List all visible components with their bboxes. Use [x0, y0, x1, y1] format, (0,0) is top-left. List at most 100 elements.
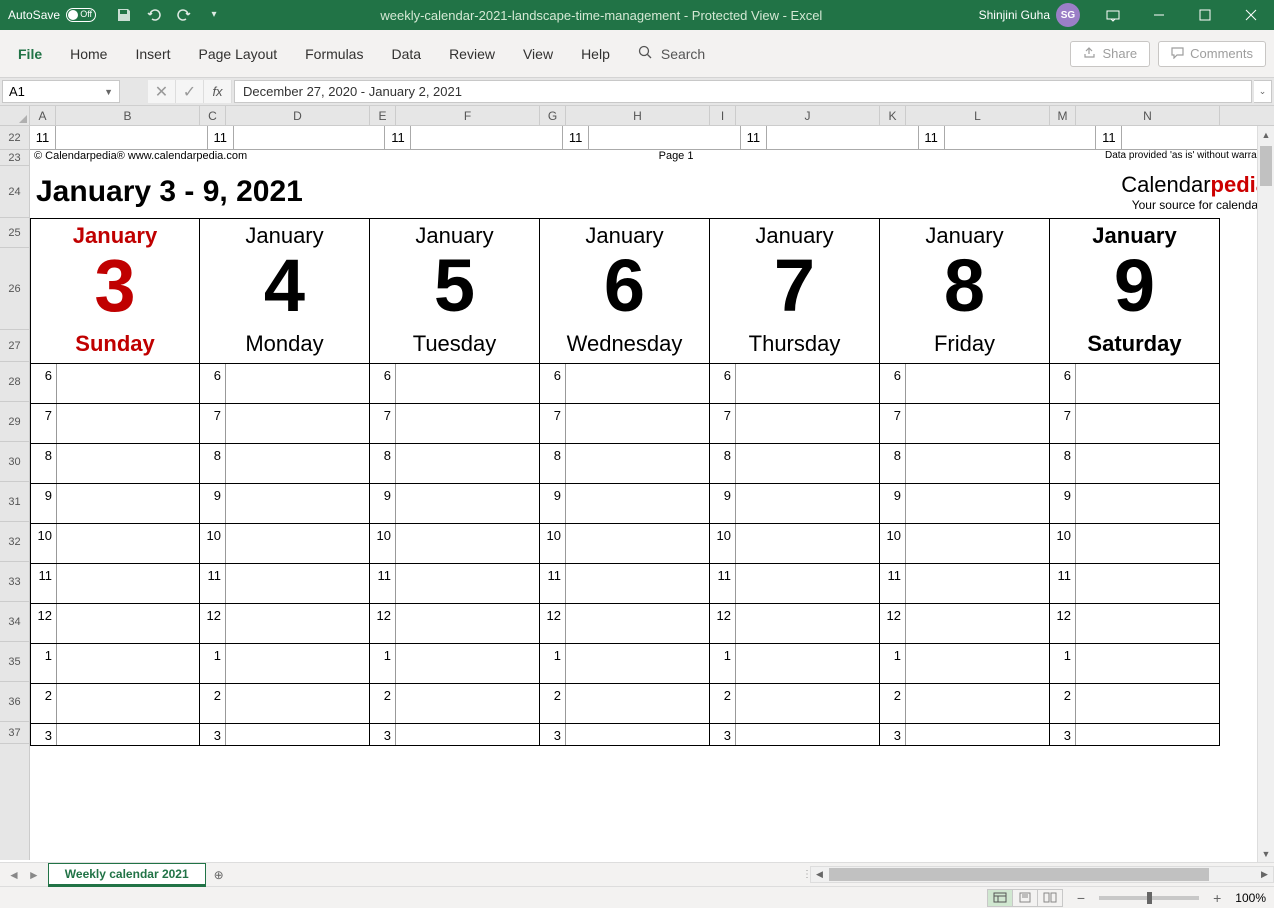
comments-button[interactable]: Comments: [1158, 41, 1266, 67]
hour-cell[interactable]: 3: [1050, 724, 1220, 746]
cancel-formula-button[interactable]: ✕: [148, 80, 176, 103]
select-all-corner[interactable]: [0, 106, 30, 125]
column-header-H[interactable]: H: [566, 106, 710, 125]
column-header-F[interactable]: F: [396, 106, 540, 125]
hour-cell[interactable]: 7: [30, 404, 200, 444]
day-header-sunday[interactable]: January3Sunday: [30, 218, 200, 364]
hour-cell[interactable]: 8: [200, 444, 370, 484]
hour-cell[interactable]: 10: [1050, 524, 1220, 564]
column-header-B[interactable]: B: [56, 106, 200, 125]
ribbon-tab-review[interactable]: Review: [435, 30, 509, 78]
hour-cell[interactable]: 2: [370, 684, 540, 724]
column-header-J[interactable]: J: [736, 106, 880, 125]
hour-cell[interactable]: 3: [880, 724, 1050, 746]
ribbon-tab-data[interactable]: Data: [377, 30, 435, 78]
hour-cell[interactable]: 2: [710, 684, 880, 724]
hour-cell[interactable]: 12: [1050, 604, 1220, 644]
day-header-monday[interactable]: January4Monday: [200, 218, 370, 364]
cell[interactable]: 11: [563, 126, 589, 150]
row-header-24[interactable]: 24: [0, 166, 29, 218]
cell[interactable]: [56, 126, 208, 150]
scroll-right-icon[interactable]: ▶: [1256, 867, 1273, 882]
row-header-25[interactable]: 25: [0, 218, 29, 248]
scroll-up-icon[interactable]: ▲: [1258, 126, 1274, 143]
hour-cell[interactable]: 2: [1050, 684, 1220, 724]
row-header-34[interactable]: 34: [0, 602, 29, 642]
hour-cell[interactable]: 9: [1050, 484, 1220, 524]
hour-cell[interactable]: 11: [710, 564, 880, 604]
hour-cell[interactable]: 3: [200, 724, 370, 746]
row-header-33[interactable]: 33: [0, 562, 29, 602]
ribbon-tab-help[interactable]: Help: [567, 30, 624, 78]
ribbon-tab-formulas[interactable]: Formulas: [291, 30, 377, 78]
sheet-tab-active[interactable]: Weekly calendar 2021: [48, 863, 206, 887]
hour-cell[interactable]: 6: [370, 364, 540, 404]
ribbon-tab-view[interactable]: View: [509, 30, 567, 78]
hour-cell[interactable]: 10: [200, 524, 370, 564]
hour-cell[interactable]: 1: [1050, 644, 1220, 684]
row-header-29[interactable]: 29: [0, 402, 29, 442]
hour-cell[interactable]: 7: [200, 404, 370, 444]
cell[interactable]: [945, 126, 1097, 150]
ribbon-tab-file[interactable]: File: [4, 30, 56, 78]
cell[interactable]: [234, 126, 386, 150]
hour-cell[interactable]: 1: [370, 644, 540, 684]
cell[interactable]: 11: [1096, 126, 1122, 150]
normal-view-button[interactable]: [987, 889, 1013, 907]
hour-cell[interactable]: 1: [710, 644, 880, 684]
hour-cell[interactable]: 2: [30, 684, 200, 724]
column-header-C[interactable]: C: [200, 106, 226, 125]
cells-area[interactable]: 11111111111111 © Calendarpedia® www.cale…: [30, 126, 1274, 860]
ribbon-display-icon[interactable]: [1090, 0, 1136, 30]
day-header-thursday[interactable]: January7Thursday: [710, 218, 880, 364]
maximize-button[interactable]: [1182, 0, 1228, 30]
zoom-out-button[interactable]: −: [1073, 890, 1089, 906]
hour-cell[interactable]: 7: [540, 404, 710, 444]
cell[interactable]: 11: [208, 126, 234, 150]
page-break-view-button[interactable]: [1037, 889, 1063, 907]
row-header-32[interactable]: 32: [0, 522, 29, 562]
hour-cell[interactable]: 10: [710, 524, 880, 564]
hour-cell[interactable]: 10: [30, 524, 200, 564]
row-header-37[interactable]: 37: [0, 722, 29, 744]
column-header-N[interactable]: N: [1076, 106, 1220, 125]
row-header-30[interactable]: 30: [0, 442, 29, 482]
hour-cell[interactable]: 12: [200, 604, 370, 644]
close-button[interactable]: [1228, 0, 1274, 30]
cell[interactable]: 11: [919, 126, 945, 150]
hscroll-thumb[interactable]: [829, 868, 1209, 881]
minimize-button[interactable]: [1136, 0, 1182, 30]
scroll-left-icon[interactable]: ◀: [811, 867, 828, 882]
hour-cell[interactable]: 9: [540, 484, 710, 524]
undo-icon[interactable]: [146, 7, 162, 23]
hour-cell[interactable]: 8: [370, 444, 540, 484]
row-header-27[interactable]: 27: [0, 330, 29, 362]
hour-cell[interactable]: 3: [370, 724, 540, 746]
zoom-in-button[interactable]: +: [1209, 890, 1225, 906]
vertical-scrollbar[interactable]: ▲ ▼: [1257, 126, 1274, 862]
hour-cell[interactable]: 1: [880, 644, 1050, 684]
hour-cell[interactable]: 7: [880, 404, 1050, 444]
row-header-36[interactable]: 36: [0, 682, 29, 722]
hour-cell[interactable]: 10: [880, 524, 1050, 564]
horizontal-scrollbar[interactable]: ◀ ▶: [810, 866, 1274, 883]
formula-input[interactable]: December 27, 2020 - January 2, 2021: [234, 80, 1252, 103]
row-header-23[interactable]: 23: [0, 150, 29, 166]
enter-formula-button[interactable]: ✓: [176, 80, 204, 103]
hour-cell[interactable]: 12: [880, 604, 1050, 644]
add-sheet-button[interactable]: ⊕: [206, 868, 232, 882]
expand-formula-bar-button[interactable]: ⌄: [1254, 80, 1272, 103]
hour-cell[interactable]: 11: [540, 564, 710, 604]
hour-cell[interactable]: 1: [30, 644, 200, 684]
column-header-E[interactable]: E: [370, 106, 396, 125]
hour-cell[interactable]: 11: [1050, 564, 1220, 604]
row-header-26[interactable]: 26: [0, 248, 29, 330]
share-button[interactable]: Share: [1070, 41, 1150, 67]
row-header-28[interactable]: 28: [0, 362, 29, 402]
cell[interactable]: [411, 126, 563, 150]
hour-cell[interactable]: 12: [540, 604, 710, 644]
page-layout-view-button[interactable]: [1012, 889, 1038, 907]
sheet-nav[interactable]: ◄►: [0, 868, 48, 882]
hour-cell[interactable]: 11: [880, 564, 1050, 604]
day-header-friday[interactable]: January8Friday: [880, 218, 1050, 364]
